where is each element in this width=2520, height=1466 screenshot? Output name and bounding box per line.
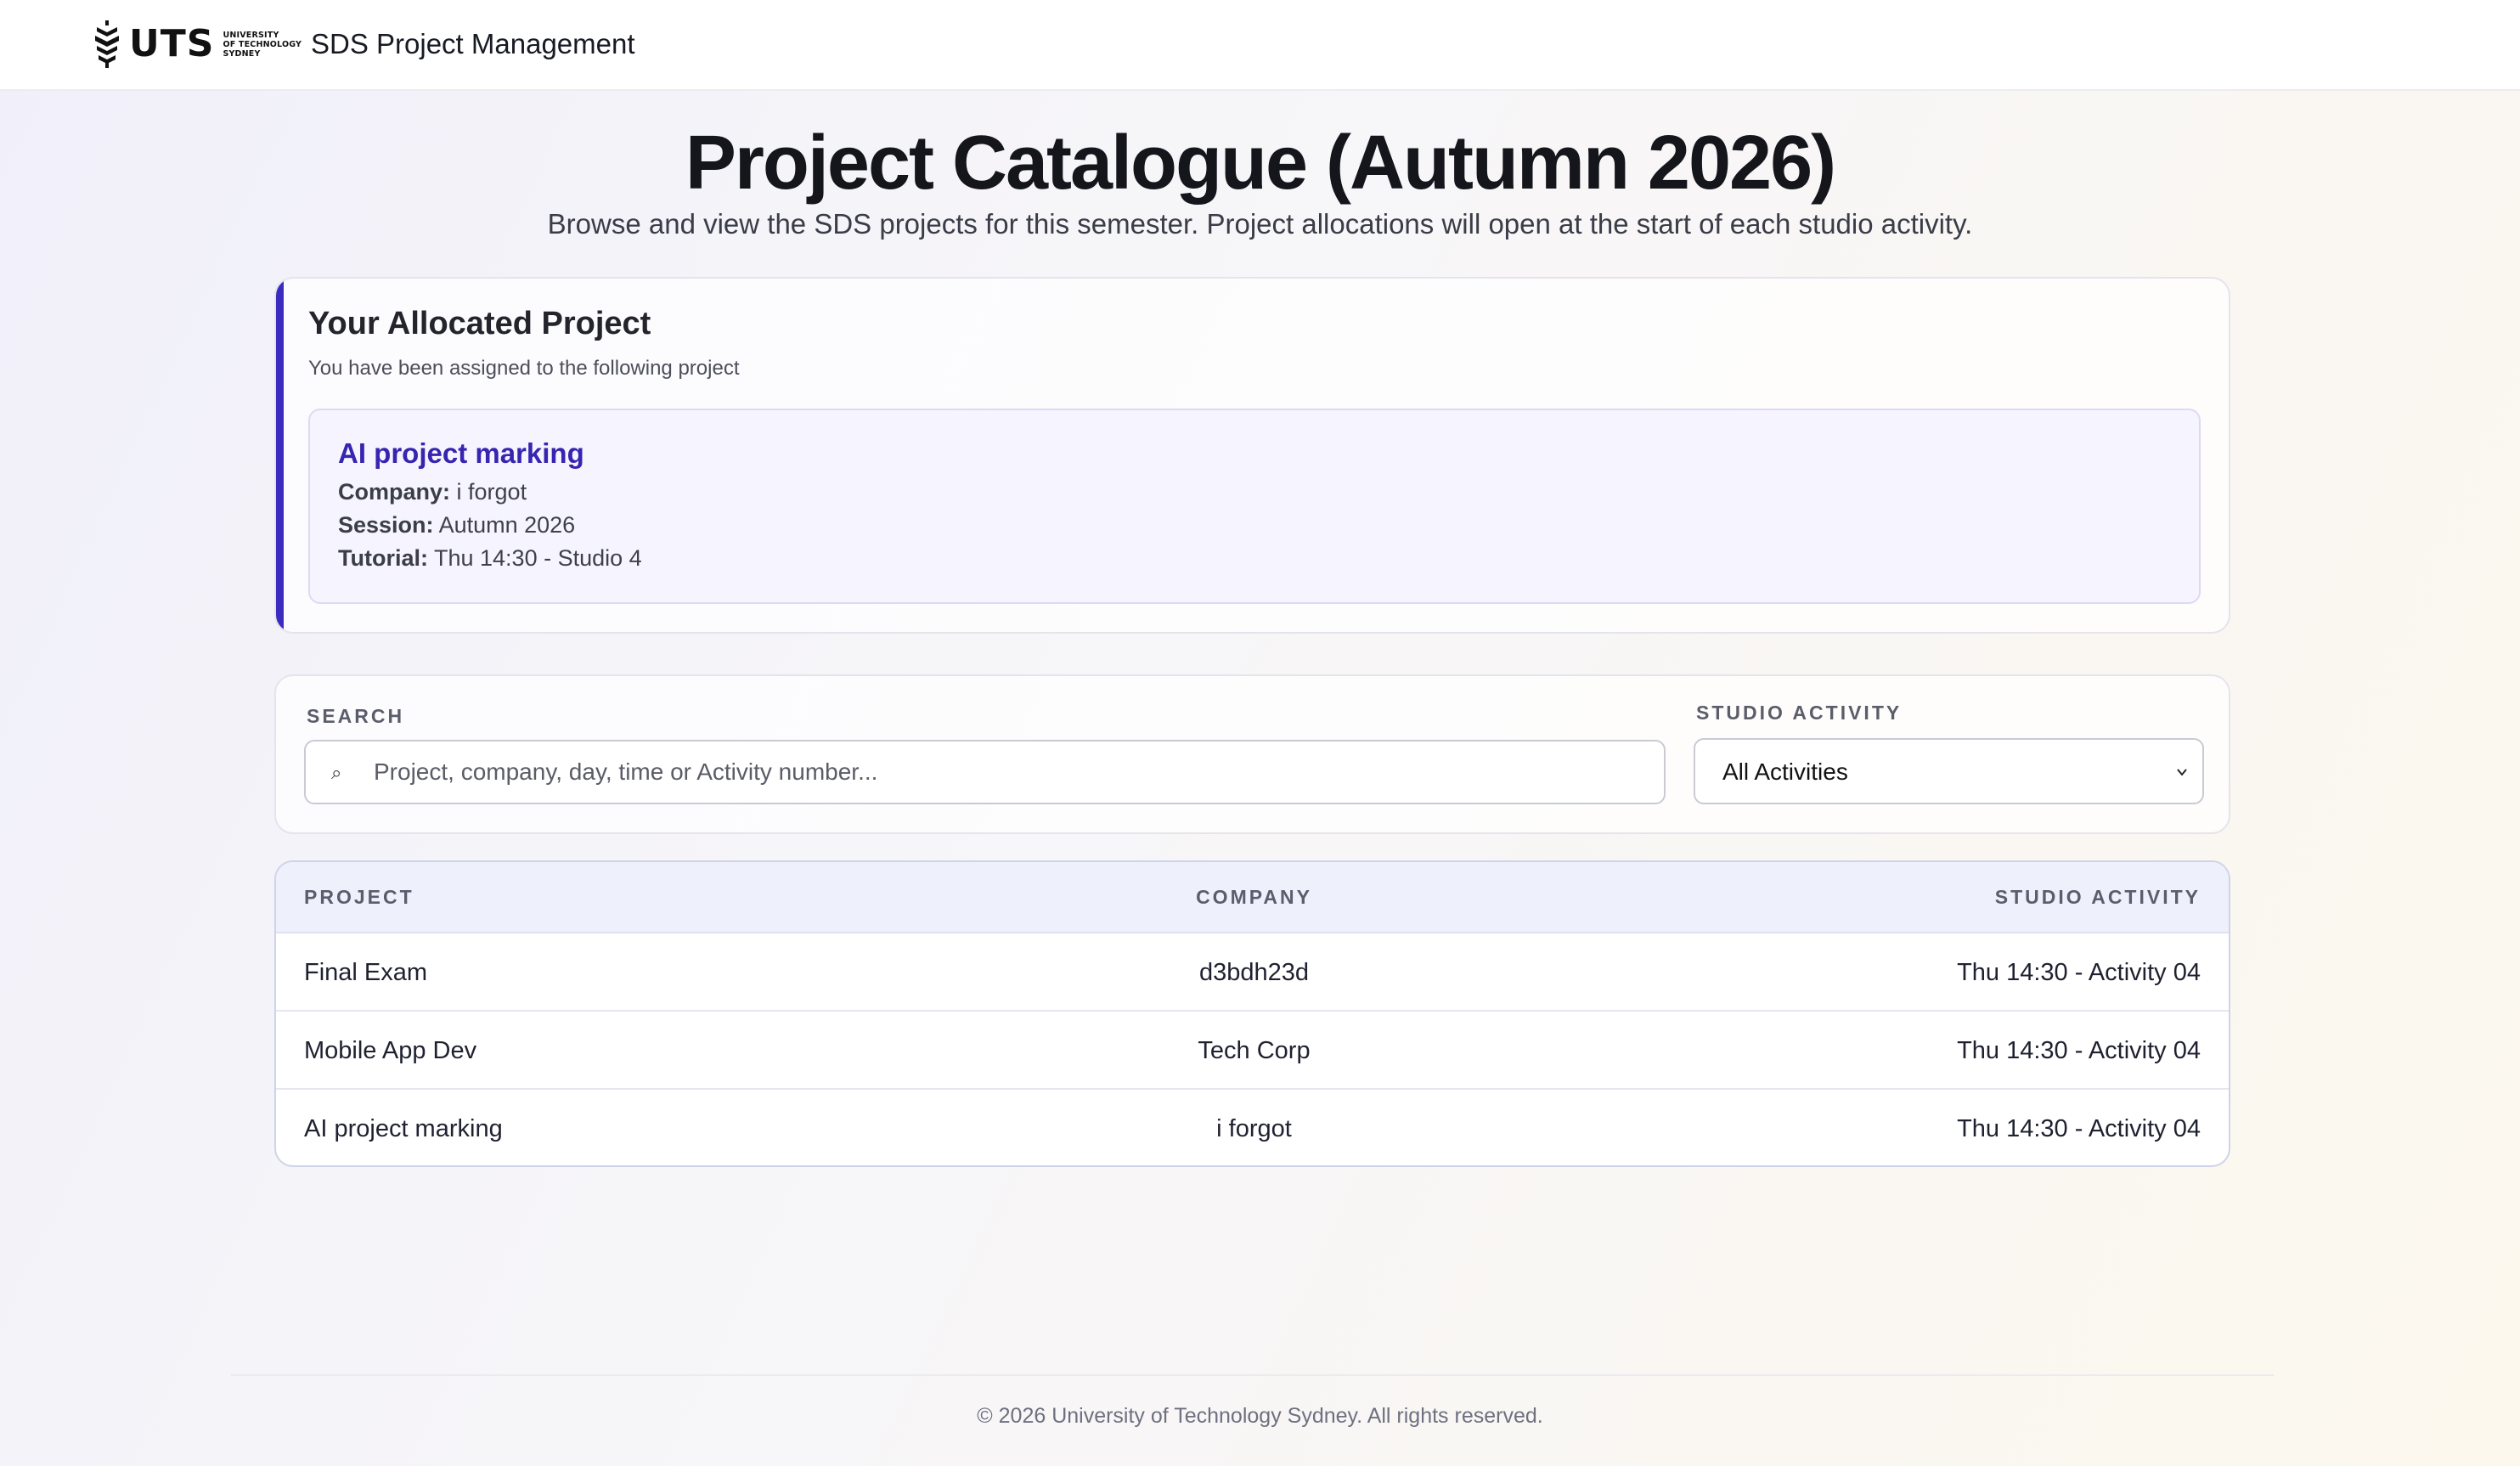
table-row[interactable]: Final Exam d3bdh23d Thu 14:30 - Activity… [276, 933, 2229, 1012]
allocated-tutorial: Tutorial: Thu 14:30 - Studio 4 [338, 543, 642, 573]
cell-company: d3bdh23d [1198, 959, 1310, 986]
page-subtitle: Browse and view the SDS projects for thi… [547, 208, 1973, 240]
footer-divider [231, 1374, 2274, 1376]
activity-select[interactable]: All Activities [1694, 738, 2204, 804]
logo-wordmark: UTS [129, 22, 215, 65]
company-value: i forgot [456, 479, 527, 505]
chevron-down-icon [2177, 769, 2187, 776]
cell-activity: Thu 14:30 - Activity 04 [1957, 1115, 2201, 1142]
company-label: Company: [338, 479, 451, 505]
search-field[interactable]: ⌕ [304, 740, 1666, 804]
projects-table: PROJECT COMPANY STUDIO ACTIVITY Final Ex… [274, 860, 2230, 1167]
search-input[interactable] [374, 753, 1648, 791]
column-header-company[interactable]: COMPANY [276, 884, 2229, 910]
activity-select-value: All Activities [1722, 758, 1848, 785]
allocated-project-details: AI project marking Company: i forgot Ses… [308, 409, 2201, 604]
allocated-subheading: You have been assigned to the following … [308, 357, 740, 380]
table-header: PROJECT COMPANY STUDIO ACTIVITY [276, 862, 2229, 933]
cell-company: Tech Corp [1198, 1037, 1311, 1064]
cell-activity: Thu 14:30 - Activity 04 [1957, 959, 2201, 986]
activity-filter-label: STUDIO ACTIVITY [1696, 702, 1903, 724]
tutorial-label: Tutorial: [338, 545, 428, 571]
uts-logo-icon [95, 20, 119, 68]
cell-company: i forgot [1216, 1115, 1292, 1142]
cell-activity: Thu 14:30 - Activity 04 [1957, 1037, 2201, 1064]
uts-logo[interactable]: UTS UNIVERSITY OF TECHNOLOGY SYDNEY [92, 19, 302, 70]
card-accent-bar [276, 279, 284, 632]
table-row[interactable]: AI project marking i forgot Thu 14:30 - … [276, 1090, 2229, 1165]
logo-line: OF TECHNOLOGY [223, 39, 302, 49]
search-label: SEARCH [307, 705, 405, 727]
column-header-activity[interactable]: STUDIO ACTIVITY [1995, 884, 2201, 910]
session-value: Autumn 2026 [438, 512, 576, 538]
filter-panel: SEARCH ⌕ STUDIO ACTIVITY All Activities [274, 674, 2230, 834]
allocated-project-name[interactable]: AI project marking [338, 436, 584, 471]
search-icon: ⌕ [331, 762, 342, 783]
allocated-heading: Your Allocated Project [308, 306, 651, 341]
tutorial-value: Thu 14:30 - Studio 4 [434, 545, 642, 571]
app-title[interactable]: SDS Project Management [311, 25, 635, 63]
logo-line: UNIVERSITY [223, 30, 279, 40]
top-bar: UTS UNIVERSITY OF TECHNOLOGY SYDNEY SDS … [0, 0, 2520, 91]
logo-line: SYDNEY [223, 48, 261, 59]
allocated-project-card: Your Allocated Project You have been ass… [274, 277, 2230, 634]
page-title: Project Catalogue (Autumn 2026) [685, 121, 1836, 206]
logo-subtext: UNIVERSITY OF TECHNOLOGY SYDNEY [223, 31, 302, 59]
session-label: Session: [338, 512, 434, 538]
footer-copyright: © 2026 University of Technology Sydney. … [977, 1404, 1543, 1428]
table-row[interactable]: Mobile App Dev Tech Corp Thu 14:30 - Act… [276, 1012, 2229, 1090]
allocated-session: Session: Autumn 2026 [338, 510, 575, 540]
allocated-company: Company: i forgot [338, 476, 527, 507]
